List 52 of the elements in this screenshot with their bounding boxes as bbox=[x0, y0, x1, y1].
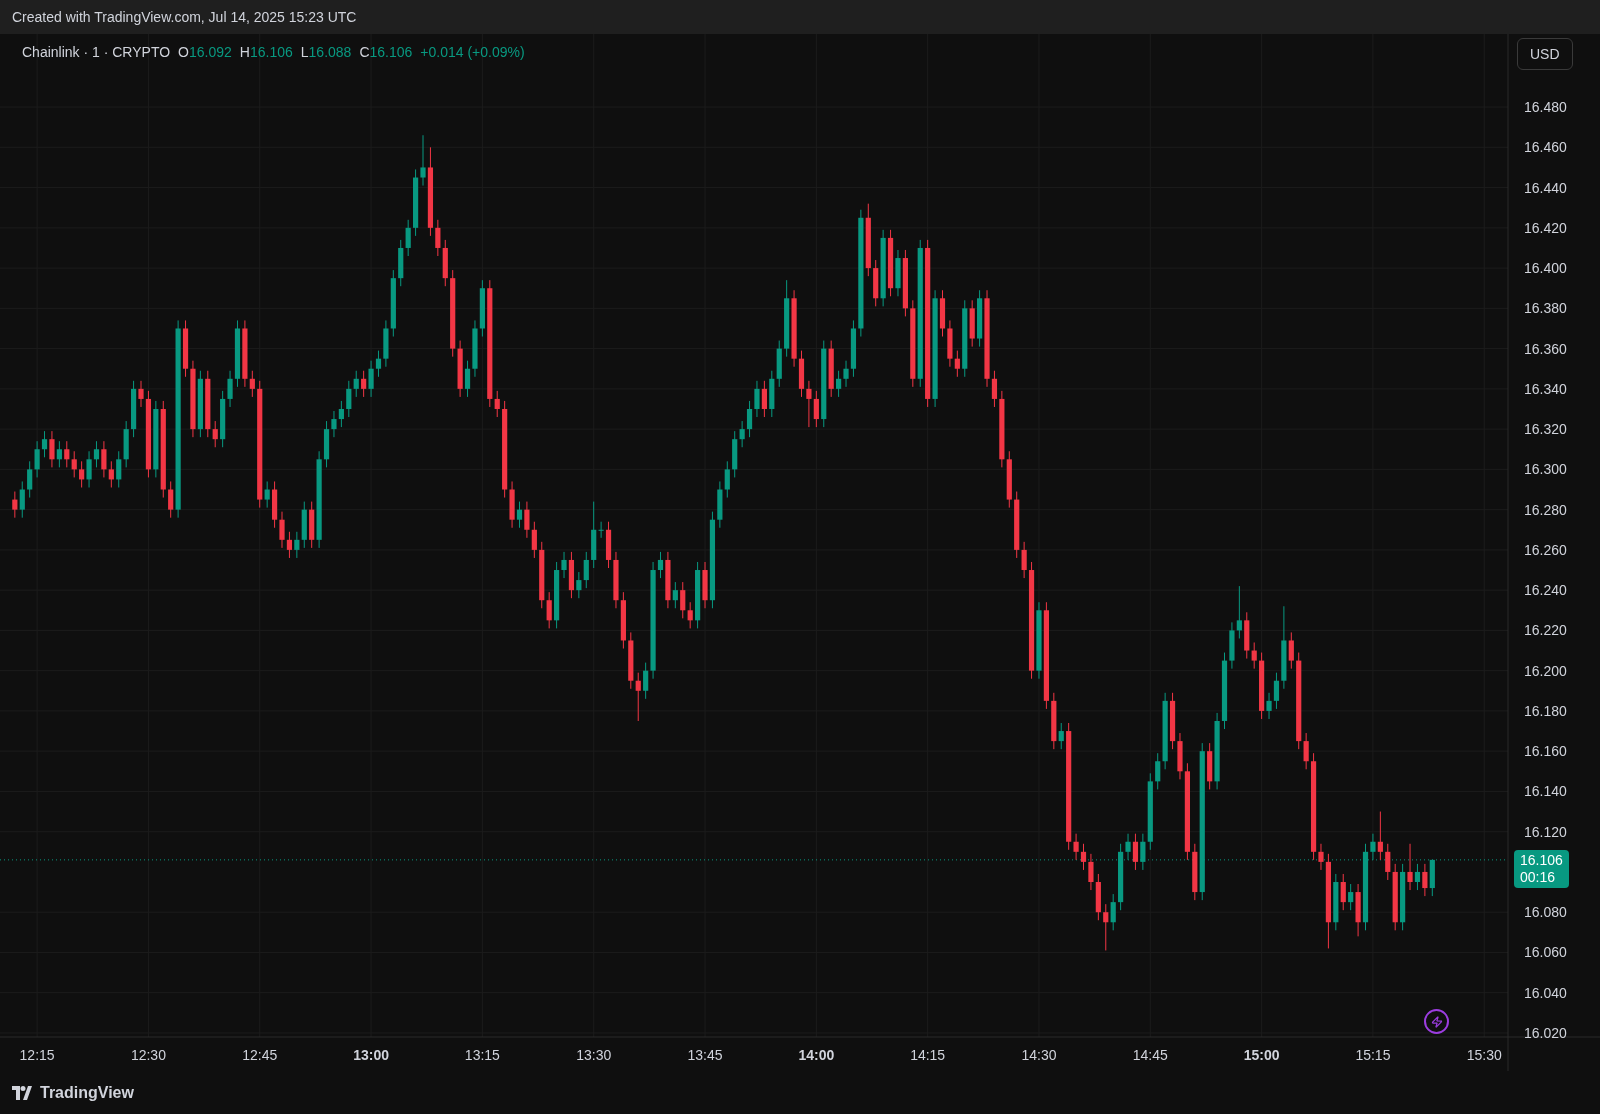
ohlc-label: O bbox=[178, 43, 189, 62]
price-axis-label: 16.260 bbox=[1524, 541, 1567, 558]
time-axis-label: 13:00 bbox=[353, 1047, 389, 1063]
price-axis-label: 16.460 bbox=[1524, 139, 1567, 156]
price-change: +0.014 (+0.09%) bbox=[420, 43, 525, 62]
price-axis-label: 16.380 bbox=[1524, 300, 1567, 317]
candle-countdown: 00:16 bbox=[1520, 868, 1556, 886]
time-axis-label: 13:30 bbox=[576, 1047, 612, 1063]
brand-name: TradingView bbox=[40, 1082, 134, 1103]
header-text: Created with TradingView.com, Jul 14, 2025 15:23 UTC bbox=[12, 7, 357, 27]
price-axis-label: 16.400 bbox=[1524, 260, 1567, 277]
price-axis-label: 16.320 bbox=[1524, 421, 1567, 438]
ohlc-value: 16.106 bbox=[249, 43, 293, 62]
price-axis-label: 16.480 bbox=[1524, 99, 1567, 116]
price-axis-label: 16.060 bbox=[1524, 944, 1567, 961]
time-axis-label: 15:30 bbox=[1466, 1047, 1502, 1063]
price-axis-label: 16.280 bbox=[1524, 501, 1567, 518]
price-axis-label: 16.300 bbox=[1524, 461, 1567, 478]
ohlc-label: L bbox=[300, 43, 309, 62]
price-axis-label: 16.360 bbox=[1524, 340, 1567, 357]
time-axis-label: 12:45 bbox=[242, 1047, 278, 1063]
time-axis-label: 13:15 bbox=[464, 1047, 500, 1063]
time-axis-label: 12:15 bbox=[19, 1047, 55, 1063]
time-axis-label: 15:15 bbox=[1355, 1047, 1391, 1063]
last-price: 16.106 bbox=[1520, 851, 1563, 869]
time-axis-label: 14:45 bbox=[1132, 1047, 1168, 1063]
time-axis-label: 14:15 bbox=[910, 1047, 946, 1063]
price-axis-label: 16.080 bbox=[1524, 904, 1567, 921]
price-axis-label: 16.140 bbox=[1524, 783, 1567, 800]
ohlc-value: 16.088 bbox=[308, 43, 352, 62]
ohlc-label: C bbox=[359, 43, 370, 62]
price-axis-label: 16.340 bbox=[1524, 380, 1567, 397]
price-axis-label: 16.180 bbox=[1524, 702, 1567, 719]
ohlc-value: 16.092 bbox=[189, 43, 232, 62]
ohlc-value: 16.106 bbox=[369, 43, 413, 62]
symbol-title: Chainlink · 1 · CRYPTO bbox=[22, 43, 171, 62]
currency-button[interactable]: USD bbox=[1517, 38, 1573, 70]
price-axis-label: 16.200 bbox=[1524, 662, 1567, 679]
time-axis-label: 14:30 bbox=[1021, 1047, 1057, 1063]
price-axis-label: 16.440 bbox=[1524, 179, 1567, 196]
price-axis-label: 16.040 bbox=[1524, 984, 1567, 1001]
price-axis-label: 16.020 bbox=[1524, 1024, 1567, 1041]
price-axis-label: 16.160 bbox=[1524, 743, 1567, 760]
price-axis-label: 16.220 bbox=[1524, 622, 1567, 639]
time-axis-label: 12:30 bbox=[130, 1047, 166, 1063]
ohlc-label: H bbox=[239, 43, 250, 62]
price-axis-label: 16.420 bbox=[1524, 219, 1567, 236]
time-axis-label: 13:45 bbox=[687, 1047, 723, 1063]
time-axis-label: 15:00 bbox=[1243, 1047, 1280, 1063]
price-axis-label: 16.240 bbox=[1524, 582, 1567, 599]
price-axis-label: 16.120 bbox=[1524, 823, 1567, 840]
time-axis-label: 14:00 bbox=[798, 1047, 835, 1063]
